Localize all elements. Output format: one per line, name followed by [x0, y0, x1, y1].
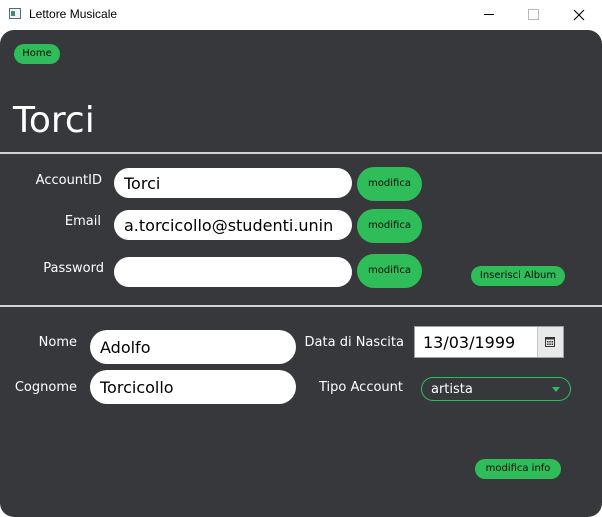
home-button[interactable]: Home — [14, 44, 60, 64]
separator-bottom — [0, 305, 602, 307]
password-field[interactable] — [114, 257, 352, 287]
page-title: Torci — [13, 100, 95, 141]
calendar-icon — [545, 337, 555, 347]
password-label: Password — [43, 261, 104, 276]
account-id-field[interactable]: Torci — [114, 168, 352, 198]
name-label: Nome — [38, 335, 77, 350]
separator-top — [0, 152, 602, 154]
calendar-button[interactable] — [537, 327, 563, 357]
account-type-value: artista — [431, 382, 473, 397]
account-type-select[interactable]: artista — [421, 377, 571, 401]
close-button[interactable] — [556, 0, 602, 30]
surname-field[interactable]: Torcicollo — [90, 370, 296, 404]
account-type-label: Tipo Account — [319, 380, 403, 395]
chevron-down-icon — [552, 387, 560, 392]
maximize-button[interactable] — [510, 0, 556, 30]
minimize-button[interactable] — [466, 0, 512, 30]
surname-label: Cognome — [14, 380, 77, 395]
minimize-icon — [484, 14, 494, 15]
close-icon — [573, 9, 585, 21]
email-label: Email — [64, 214, 101, 229]
maximize-icon — [528, 9, 539, 20]
name-field[interactable]: Adolfo — [90, 330, 296, 364]
birthdate-label: Data di Nascita — [304, 335, 404, 350]
insert-album-button[interactable]: Inserisci Album — [471, 266, 565, 286]
modify-password-button[interactable]: modifica — [357, 254, 422, 288]
modify-info-button[interactable]: modifica info — [475, 459, 561, 479]
main-panel: Home Torci AccountID Torci modifica Emai… — [0, 30, 602, 517]
birthdate-picker[interactable]: 13/03/1999 — [414, 326, 564, 358]
birthdate-value: 13/03/1999 — [423, 333, 516, 352]
email-field[interactable]: a.torcicollo@studenti.unin — [114, 210, 352, 240]
window-titlebar: Lettore Musicale — [0, 0, 602, 30]
modify-email-button[interactable]: modifica — [357, 209, 422, 243]
window-title: Lettore Musicale — [29, 7, 118, 21]
account-id-label: AccountID — [35, 173, 102, 188]
app-icon — [9, 8, 21, 19]
modify-account-id-button[interactable]: modifica — [357, 167, 422, 201]
